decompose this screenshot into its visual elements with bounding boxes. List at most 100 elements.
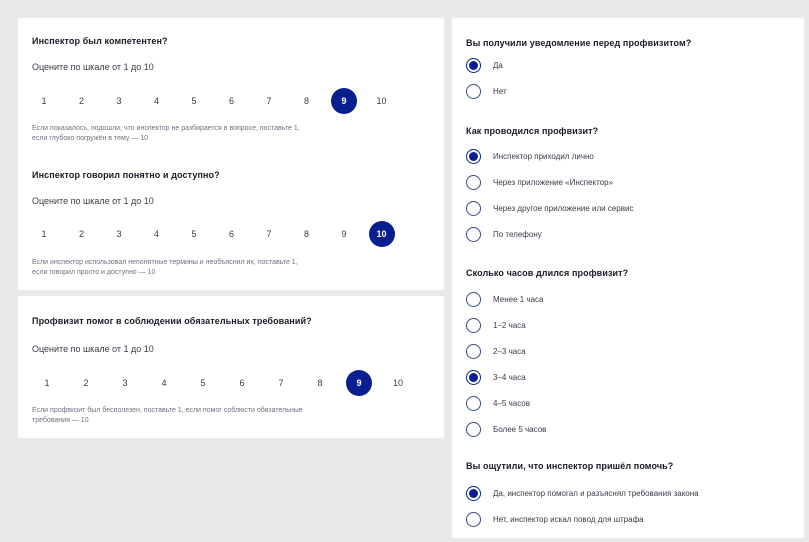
radio-label: Да — [493, 60, 503, 70]
radio-button[interactable] — [466, 226, 481, 242]
radio-label: Да, инспектор помогал и разъяснял требов… — [493, 488, 699, 498]
choice-card: Вы получили уведомление перед профвизито… — [452, 18, 804, 538]
rating-option-9[interactable]: 9 — [346, 370, 372, 396]
radio-option[interactable]: 2–3 часа — [466, 338, 546, 364]
question-notification: Вы получили уведомление перед профвизито… — [466, 38, 691, 48]
radio-button[interactable] — [466, 83, 481, 99]
radio-option[interactable]: 1–2 часа — [466, 312, 546, 338]
question-competence: Инспектор был компетентен? — [32, 36, 168, 46]
radio-option[interactable]: Да — [466, 52, 507, 78]
scale-caption: Оцените по шкале от 1 до 10 — [32, 196, 154, 206]
rating-option-6[interactable]: 6 — [219, 221, 245, 247]
rating-option-3[interactable]: 3 — [112, 370, 138, 396]
rating-option-9[interactable]: 9 — [331, 221, 357, 247]
question-competence-sub: Оцените по шкале от 1 до 10 — [32, 62, 154, 72]
rating-option-2[interactable]: 2 — [69, 88, 95, 114]
rating-option-1[interactable]: 1 — [34, 370, 60, 396]
radio-label: Нет — [493, 86, 507, 96]
rating-option-2[interactable]: 2 — [73, 370, 99, 396]
rating-option-5[interactable]: 5 — [181, 88, 207, 114]
hint-clarity: Если инспектор использовал непонятные те… — [32, 258, 412, 278]
rating-option-1[interactable]: 1 — [31, 221, 57, 247]
question-usefulness-sub: Оцените по шкале от 1 до 10 — [32, 344, 154, 354]
hint-line: если говорил просто и доступно — 10 — [32, 269, 156, 276]
radio-option[interactable]: Более 5 часов — [466, 416, 546, 442]
rating-option-7[interactable]: 7 — [256, 88, 282, 114]
radio-button[interactable] — [466, 57, 481, 73]
question-clarity: Инспектор говорил понятно и доступно? — [32, 170, 220, 180]
rating-option-3[interactable]: 3 — [106, 221, 132, 247]
rating-option-7[interactable]: 7 — [256, 221, 282, 247]
rating-option-3[interactable]: 3 — [106, 88, 132, 114]
radio-button[interactable] — [466, 343, 481, 359]
rating-option-10[interactable]: 10 — [385, 370, 411, 396]
rating-option-8[interactable]: 8 — [307, 370, 333, 396]
radio-label: Инспектор приходил лично — [493, 151, 594, 161]
radio-option[interactable]: 3–4 часа — [466, 364, 546, 390]
radio-option[interactable]: По телефону — [466, 221, 633, 247]
question-usefulness: Профвизит помог в соблюдении обязательны… — [32, 316, 312, 326]
rating-option-1[interactable]: 1 — [31, 88, 57, 114]
radio-button[interactable] — [466, 174, 481, 190]
rating-option-2[interactable]: 2 — [69, 221, 95, 247]
radio-label: 3–4 часа — [493, 372, 526, 382]
radio-option[interactable]: Нет — [466, 78, 507, 104]
radio-group-format: Инспектор приходил лично Через приложение… — [466, 143, 633, 247]
question-title: Вы ощутили, что инспектор пришёл помочь? — [466, 461, 674, 471]
rating-card-top: Инспектор был компетентен? Оцените по шк… — [18, 18, 444, 290]
radio-button[interactable] — [466, 369, 481, 385]
rating-scale-competence: 1 2 3 4 5 6 7 8 9 10 — [31, 88, 395, 114]
rating-option-5[interactable]: 5 — [190, 370, 216, 396]
radio-option[interactable]: Менее 1 часа — [466, 286, 546, 312]
radio-label: Через приложение «Инспектор» — [493, 177, 614, 187]
radio-button[interactable] — [466, 511, 481, 527]
radio-option[interactable]: 4–5 часов — [466, 390, 546, 416]
rating-option-6[interactable]: 6 — [229, 370, 255, 396]
radio-button[interactable] — [466, 291, 481, 307]
radio-label: Менее 1 часа — [493, 294, 544, 304]
radio-label: 2–3 часа — [493, 346, 526, 356]
hint-line: если глубоко погружён в тему — 10 — [32, 135, 149, 142]
radio-button[interactable] — [466, 395, 481, 411]
rating-option-10[interactable]: 10 — [369, 88, 395, 114]
radio-button[interactable] — [466, 485, 481, 501]
rating-option-5[interactable]: 5 — [181, 221, 207, 247]
hint-line: Если инспектор использовал непонятные те… — [32, 259, 298, 266]
radio-option[interactable]: Инспектор приходил лично — [466, 143, 633, 169]
question-title: Вы получили уведомление перед профвизито… — [466, 38, 692, 48]
radio-group-help: Да, инспектор помогал и разъяснял требов… — [466, 480, 699, 532]
hint-usefulness: Если профвизит был бесполезен, поставьте… — [32, 406, 412, 426]
radio-label: 1–2 часа — [493, 320, 526, 330]
hint-competence: Если показалось, подошли, что инспектор … — [32, 124, 412, 144]
hint-line: требования — 10 — [32, 417, 89, 424]
rating-option-10[interactable]: 10 — [368, 221, 395, 247]
radio-button[interactable] — [466, 317, 481, 333]
rating-option-6[interactable]: 6 — [219, 88, 245, 114]
rating-option-9[interactable]: 9 — [331, 88, 357, 114]
question-title: Профвизит помог в соблюдении обязательны… — [32, 316, 312, 326]
radio-button[interactable] — [466, 148, 481, 164]
radio-option[interactable]: Да, инспектор помогал и разъяснял требов… — [466, 480, 699, 506]
hint-line: Если показалось, подошли, что инспектор … — [32, 125, 300, 132]
rating-option-8[interactable]: 8 — [294, 221, 320, 247]
radio-option[interactable]: Через другое приложение или сервис — [466, 195, 633, 221]
question-help: Вы ощутили, что инспектор пришёл помочь? — [466, 461, 673, 471]
question-title: Инспектор говорил понятно и доступно? — [32, 170, 220, 180]
question-duration: Сколько часов длился профвизит? — [466, 268, 628, 278]
radio-option[interactable]: Нет, инспектор искал повод для штрафа — [466, 506, 699, 532]
rating-scale-clarity: 1 2 3 4 5 6 7 8 9 10 — [31, 221, 395, 247]
radio-group-notification: Да Нет — [466, 52, 507, 104]
radio-label: По телефону — [493, 229, 542, 239]
question-title: Как проводился профвизит? — [466, 126, 599, 136]
radio-label: Более 5 часов — [493, 424, 547, 434]
rating-scale-usefulness: 1 2 3 4 5 6 7 8 9 10 — [34, 370, 411, 396]
rating-option-7[interactable]: 7 — [268, 370, 294, 396]
rating-option-4[interactable]: 4 — [144, 221, 170, 247]
rating-option-4[interactable]: 4 — [144, 88, 170, 114]
rating-option-8[interactable]: 8 — [294, 88, 320, 114]
radio-button[interactable] — [466, 200, 481, 216]
radio-button[interactable] — [466, 421, 481, 437]
rating-option-4[interactable]: 4 — [151, 370, 177, 396]
rating-card-bottom: Профвизит помог в соблюдении обязательны… — [18, 296, 444, 438]
radio-option[interactable]: Через приложение «Инспектор» — [466, 169, 633, 195]
